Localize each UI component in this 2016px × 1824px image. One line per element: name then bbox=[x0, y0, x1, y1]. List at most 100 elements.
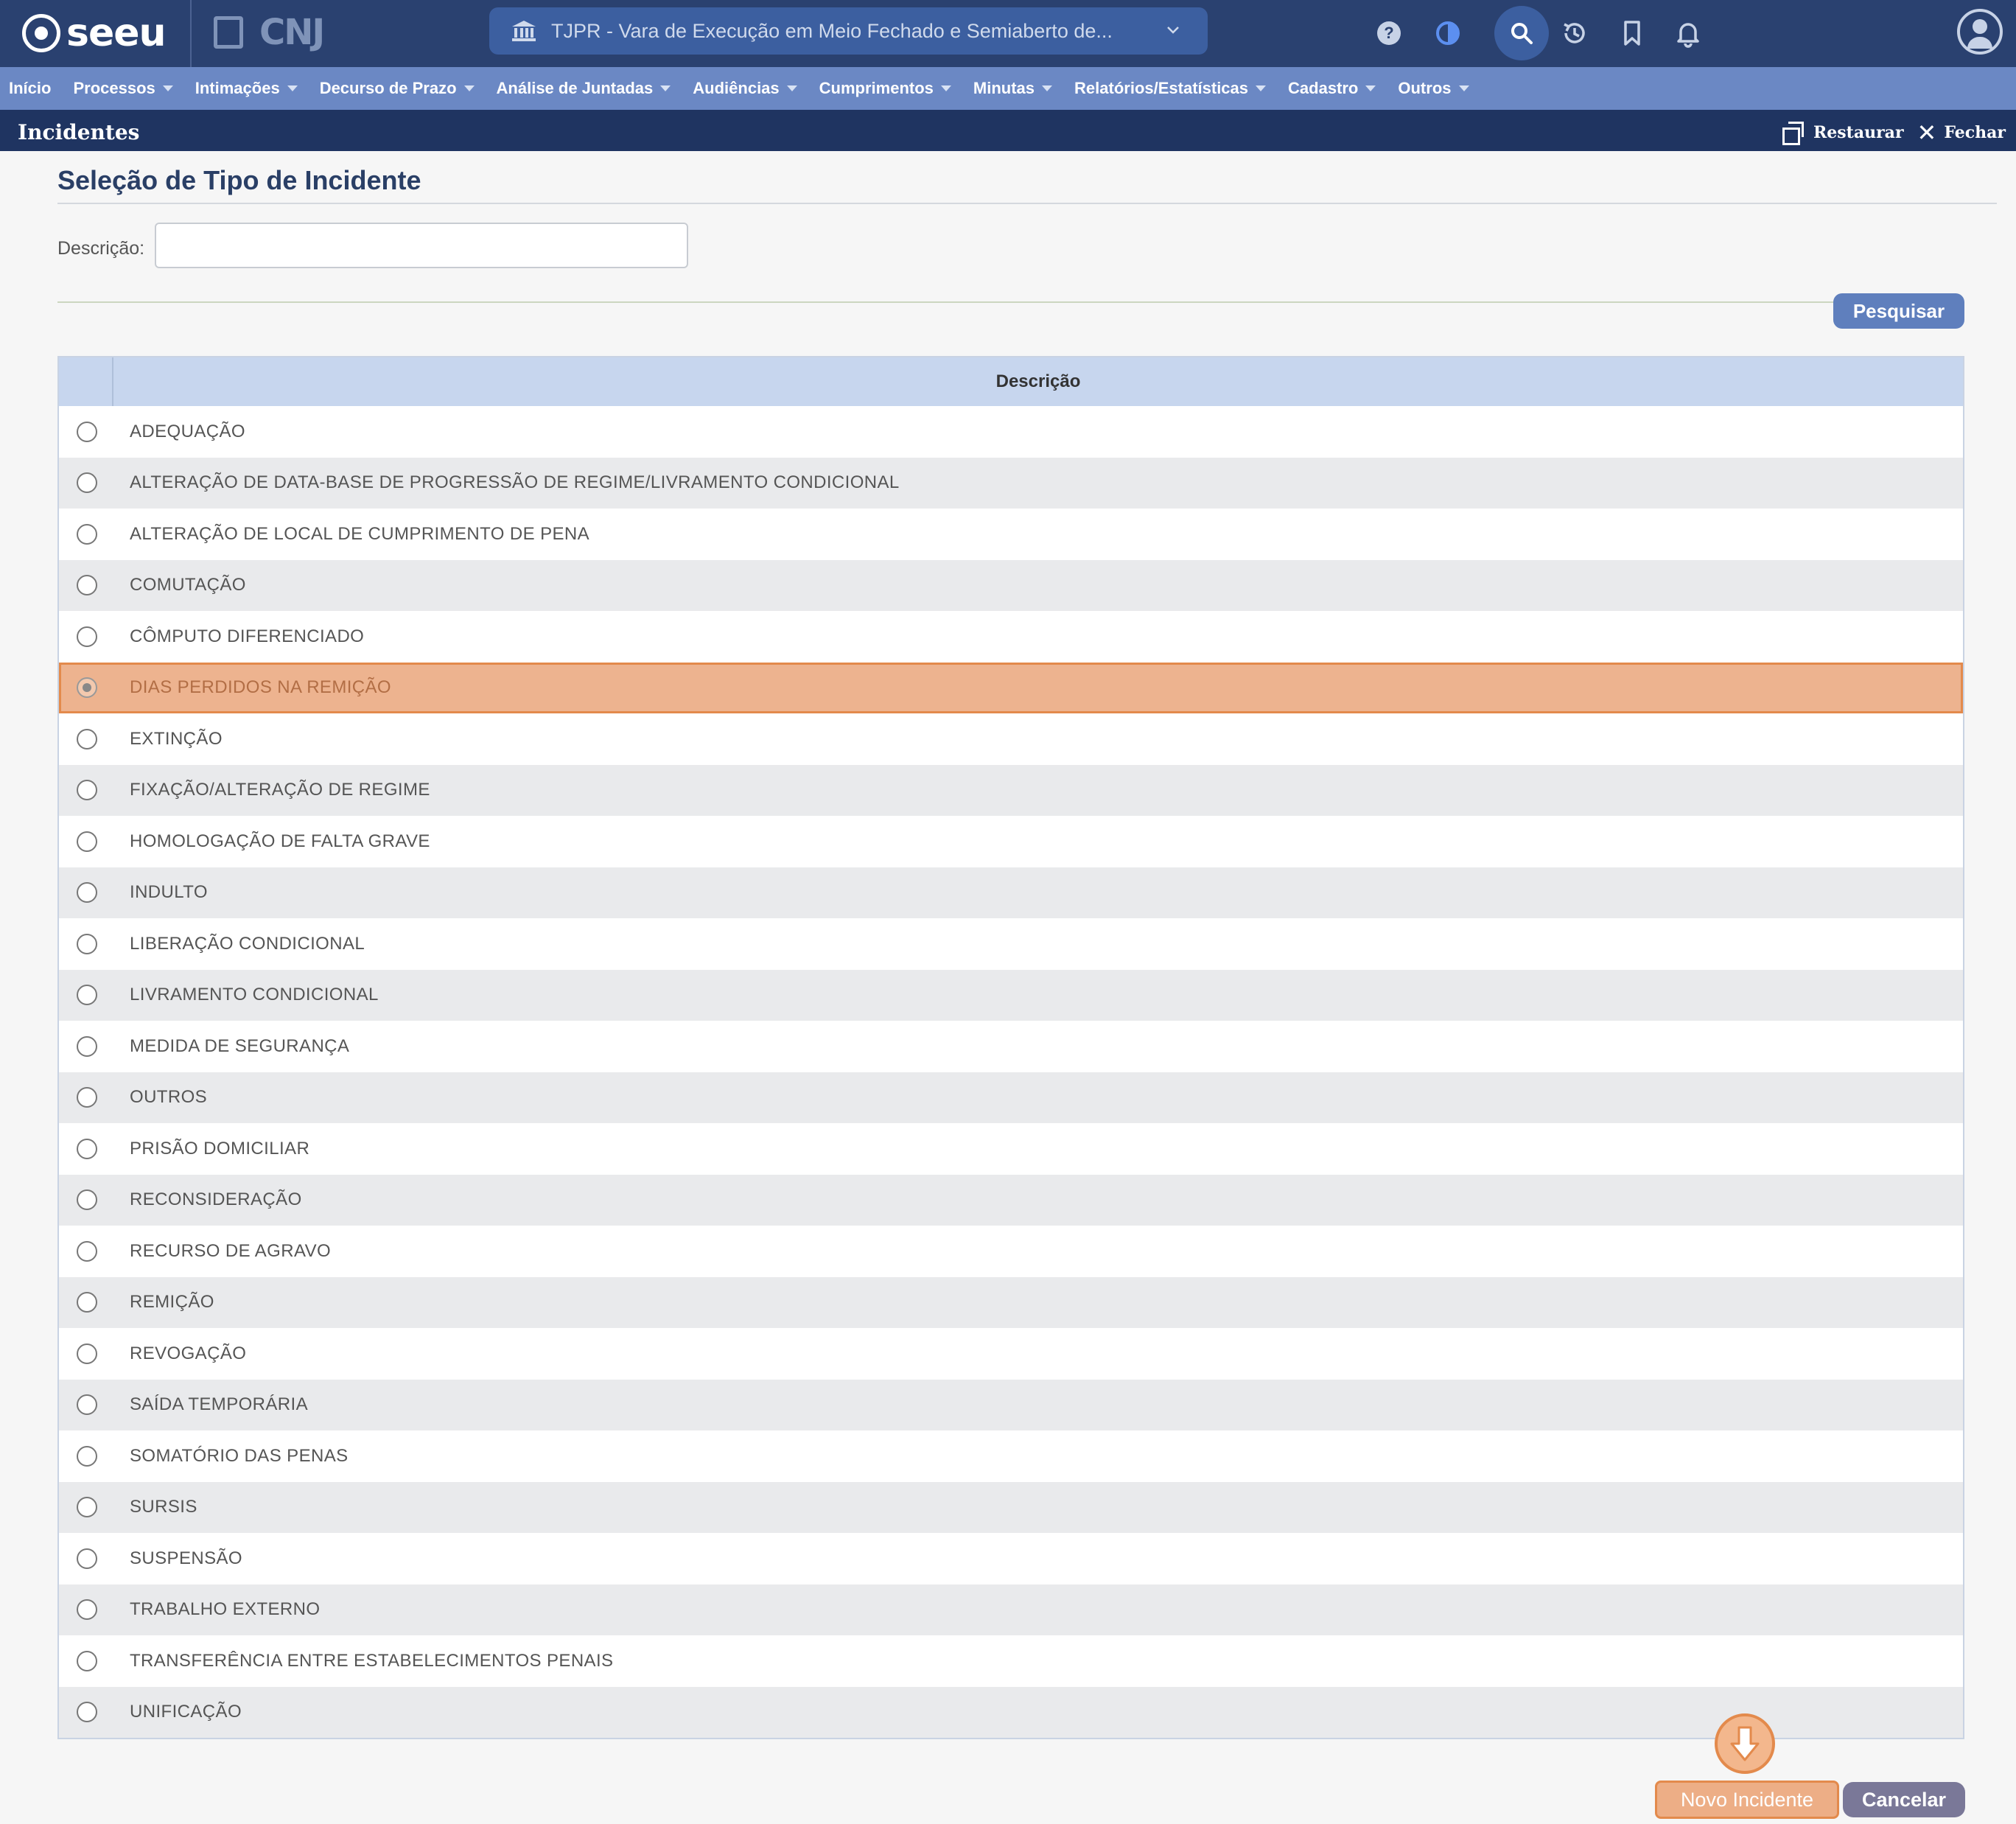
chevron-down-icon bbox=[1167, 27, 1179, 34]
row-label: SUSPENSÃO bbox=[130, 1548, 242, 1568]
table-row[interactable]: EXTINÇÃO bbox=[59, 713, 1963, 765]
row-radio[interactable] bbox=[77, 1650, 97, 1671]
row-radio[interactable] bbox=[77, 831, 97, 852]
help-circle-icon[interactable]: ? bbox=[1369, 13, 1409, 53]
menu-item-label: Análise de Juntadas bbox=[496, 79, 654, 97]
table-row[interactable]: HOMOLOGAÇÃO DE FALTA GRAVE bbox=[59, 816, 1963, 867]
seeu-logo[interactable]: seeu bbox=[22, 9, 167, 57]
row-radio[interactable] bbox=[77, 933, 97, 954]
row-radio[interactable] bbox=[77, 1138, 97, 1159]
description-label: Descrição: bbox=[57, 238, 145, 259]
row-radio[interactable] bbox=[77, 780, 97, 801]
menu-item-intimacoes[interactable]: Intimações bbox=[195, 79, 298, 98]
row-radio[interactable] bbox=[77, 677, 97, 699]
table-row[interactable]: INDULTO bbox=[59, 867, 1963, 918]
search-button[interactable]: Pesquisar bbox=[1833, 293, 1964, 329]
row-radio[interactable] bbox=[77, 1292, 97, 1313]
table-row[interactable]: SURSIS bbox=[59, 1481, 1963, 1533]
cancel-button[interactable]: Cancelar bbox=[1843, 1782, 1965, 1817]
table-row[interactable]: ALTERAÇÃO DE LOCAL DE CUMPRIMENTO DE PEN… bbox=[59, 509, 1963, 560]
row-radio[interactable] bbox=[77, 1035, 97, 1057]
table-row[interactable]: SOMATÓRIO DAS PENAS bbox=[59, 1430, 1963, 1482]
history-icon[interactable] bbox=[1555, 13, 1595, 53]
bookmark-icon[interactable] bbox=[1612, 13, 1652, 53]
table-row[interactable]: ALTERAÇÃO DE DATA-BASE DE PROGRESSÃO DE … bbox=[59, 457, 1963, 509]
row-radio[interactable] bbox=[77, 1394, 97, 1416]
row-radio[interactable] bbox=[77, 472, 97, 494]
row-label: CÔMPUTO DIFERENCIADO bbox=[130, 626, 365, 646]
menu-item-cadastro[interactable]: Cadastro bbox=[1288, 79, 1376, 98]
row-label: INDULTO bbox=[130, 882, 208, 903]
row-radio[interactable] bbox=[77, 421, 97, 442]
row-radio[interactable] bbox=[77, 1599, 97, 1621]
row-radio[interactable] bbox=[77, 1189, 97, 1211]
table-row[interactable]: UNIFICAÇÃO bbox=[59, 1686, 1963, 1738]
row-radio[interactable] bbox=[77, 1548, 97, 1569]
close-button[interactable]: ✕ Fechar bbox=[1917, 119, 2006, 147]
restore-label: Restaurar bbox=[1813, 123, 1904, 142]
row-label: ALTERAÇÃO DE LOCAL DE CUMPRIMENTO DE PEN… bbox=[130, 523, 590, 544]
table-row[interactable]: PRISÃO DOMICILIAR bbox=[59, 1123, 1963, 1175]
court-selector[interactable]: TJPR - Vara de Execução em Meio Fechado … bbox=[489, 7, 1208, 55]
row-radio[interactable] bbox=[77, 1240, 97, 1262]
table-row[interactable]: LIVRAMENTO CONDICIONAL bbox=[59, 969, 1963, 1021]
table-row[interactable]: LIBERAÇÃO CONDICIONAL bbox=[59, 918, 1963, 970]
user-circle-icon[interactable] bbox=[1957, 9, 2003, 55]
row-radio[interactable] bbox=[77, 1445, 97, 1467]
menu-item-processos[interactable]: Processos bbox=[73, 79, 173, 98]
table-row[interactable]: MEDIDA DE SEGURANÇA bbox=[59, 1021, 1963, 1072]
table-header: Descrição bbox=[59, 357, 1963, 406]
table-row[interactable]: SUSPENSÃO bbox=[59, 1533, 1963, 1584]
menu-item-label: Audiências bbox=[693, 79, 780, 97]
table-row[interactable]: TRANSFERÊNCIA ENTRE ESTABELECIMENTOS PEN… bbox=[59, 1635, 1963, 1687]
table-row[interactable]: FIXAÇÃO/ALTERAÇÃO DE REGIME bbox=[59, 764, 1963, 816]
panel-header: Incidentes Restaurar ✕ Fechar bbox=[0, 110, 2016, 151]
menu-item-analise-de-juntadas[interactable]: Análise de Juntadas bbox=[497, 79, 671, 98]
bell-icon[interactable] bbox=[1668, 13, 1708, 53]
row-radio[interactable] bbox=[77, 523, 97, 545]
row-radio[interactable] bbox=[77, 985, 97, 1006]
table-row[interactable]: TRABALHO EXTERNO bbox=[59, 1584, 1963, 1635]
caret-down-icon bbox=[1458, 85, 1469, 91]
menu-item-audiencias[interactable]: Audiências bbox=[693, 79, 797, 98]
table-row[interactable]: DIAS PERDIDOS NA REMIÇÃO bbox=[59, 662, 1963, 713]
description-input[interactable] bbox=[155, 223, 688, 268]
table-row[interactable]: ADEQUAÇÃO bbox=[59, 406, 1963, 458]
description-column-header: Descrição bbox=[995, 371, 1081, 391]
row-label: MEDIDA DE SEGURANÇA bbox=[130, 1035, 350, 1056]
row-label: DIAS PERDIDOS NA REMIÇÃO bbox=[130, 677, 391, 698]
row-radio[interactable] bbox=[77, 1343, 97, 1364]
table-row[interactable]: CÔMPUTO DIFERENCIADO bbox=[59, 611, 1963, 663]
table-row[interactable]: REMIÇÃO bbox=[59, 1276, 1963, 1328]
page-title: Seleção de Tipo de Incidente bbox=[57, 165, 421, 195]
table-body: ADEQUAÇÃO ALTERAÇÃO DE DATA-BASE DE PROGR… bbox=[59, 406, 1963, 1738]
table-row[interactable]: SAÍDA TEMPORÁRIA bbox=[59, 1379, 1963, 1430]
table-row[interactable]: OUTROS bbox=[59, 1072, 1963, 1123]
row-label: RECONSIDERAÇÃO bbox=[130, 1189, 302, 1210]
table-row[interactable]: RECONSIDERAÇÃO bbox=[59, 1174, 1963, 1226]
table-row[interactable]: RECURSO DE AGRAVO bbox=[59, 1226, 1963, 1277]
table-row[interactable]: COMUTAÇÃO bbox=[59, 559, 1963, 611]
row-radio[interactable] bbox=[77, 882, 97, 904]
row-radio[interactable] bbox=[77, 1702, 97, 1723]
menu-item-outros[interactable]: Outros bbox=[1398, 79, 1469, 98]
row-radio[interactable] bbox=[77, 575, 97, 596]
menu-item-decurso-de-prazo[interactable]: Decurso de Prazo bbox=[320, 79, 475, 98]
row-label: EXTINÇÃO bbox=[130, 728, 223, 749]
row-radio[interactable] bbox=[77, 626, 97, 647]
restore-button[interactable]: Restaurar bbox=[1782, 122, 1904, 145]
row-radio[interactable] bbox=[77, 1497, 97, 1518]
menu-item-cumprimentos[interactable]: Cumprimentos bbox=[819, 79, 951, 98]
row-label: SOMATÓRIO DAS PENAS bbox=[130, 1445, 349, 1466]
search-button[interactable] bbox=[1494, 6, 1549, 60]
table-row[interactable]: REVOGAÇÃO bbox=[59, 1328, 1963, 1380]
menu-item-label: Cumprimentos bbox=[819, 79, 934, 97]
divider bbox=[190, 0, 192, 67]
menu-item-relatorios[interactable]: Relatórios/Estatísticas bbox=[1074, 79, 1267, 98]
menu-item-inicio[interactable]: Início bbox=[9, 79, 51, 98]
menu-item-minutas[interactable]: Minutas bbox=[973, 79, 1053, 98]
contrast-icon[interactable] bbox=[1428, 13, 1468, 53]
new-incident-button[interactable]: Novo Incidente bbox=[1655, 1781, 1839, 1819]
row-radio[interactable] bbox=[77, 728, 97, 749]
row-radio[interactable] bbox=[77, 1087, 97, 1108]
